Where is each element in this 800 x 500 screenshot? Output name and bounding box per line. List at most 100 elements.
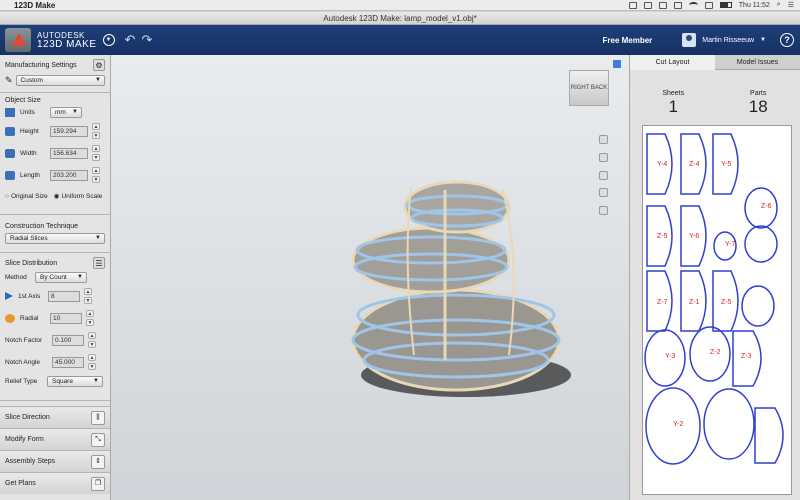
- battery-icon[interactable]: [719, 2, 732, 8]
- part-label: Z-7: [657, 299, 668, 306]
- manufacturing-dropdown[interactable]: Custom: [15, 75, 105, 86]
- part-label: Y-2: [673, 421, 683, 428]
- slice-direction-button[interactable]: Slice Direction ⫼: [0, 406, 110, 428]
- bottom-buttons: Slice Direction ⫼ Modify Form ⤡ Assembly…: [0, 406, 110, 494]
- lamp-model[interactable]: [111, 55, 629, 500]
- dropbox-icon[interactable]: [643, 1, 652, 9]
- app-logo-icon: [5, 28, 31, 52]
- settings-panel: Manufacturing Settings ⚙ ✎ Custom Object…: [0, 55, 111, 500]
- 3d-viewport[interactable]: RIGHT BACK: [111, 55, 629, 500]
- width-input[interactable]: 156.634: [50, 147, 88, 159]
- parts-value: 18: [748, 97, 768, 116]
- part-shape: [754, 407, 784, 464]
- part-label: Y-5: [721, 161, 731, 168]
- slice-distribution-section: Slice Distribution ☰ Method By Count 1st…: [0, 253, 110, 401]
- modify-form-button[interactable]: Modify Form ⤡: [0, 428, 110, 450]
- clock[interactable]: Thu 11:52: [739, 2, 770, 9]
- app-header: AUTODESK 123D MAKE ▼ ↶ ↷ Free Member Mar…: [0, 25, 800, 55]
- axis1-input[interactable]: 8: [48, 290, 80, 302]
- units-label: Units: [20, 108, 35, 116]
- height-label: Height: [20, 127, 39, 135]
- notch-factor-input[interactable]: 0.100: [52, 334, 84, 346]
- display-icon[interactable]: [628, 1, 637, 9]
- list-icon[interactable]: ☰: [93, 257, 105, 269]
- part-label: Z-3: [741, 353, 752, 360]
- radial-icon: [5, 313, 15, 323]
- parts-stat: Parts 18: [749, 90, 768, 117]
- original-size-radio[interactable]: ○: [5, 193, 9, 200]
- tab-model-issues[interactable]: Model Issues: [715, 55, 800, 70]
- status-area: Thu 11:52 ⌕ ☰: [628, 1, 794, 9]
- get-plans-label: Get Plans: [5, 480, 36, 487]
- radial-stepper[interactable]: ▲ ▼: [86, 310, 94, 326]
- undo-icon[interactable]: ↶: [125, 32, 136, 48]
- cut-sheet[interactable]: Y-4 Z-4 Y-5 Z-5 Y-6 Z-6 Y-7 Z-7 Z-1 Z-5 Y-3 Z-2 Z-3 Y…: [642, 125, 792, 495]
- layout-stats: Sheets 1 Parts 18: [630, 90, 800, 117]
- app-menu[interactable]: 123D Make: [14, 1, 55, 10]
- wifi-icon[interactable]: [688, 2, 698, 8]
- manufacturing-title: Manufacturing Settings: [5, 61, 77, 69]
- sheets-label: Sheets: [662, 90, 685, 97]
- width-stepper[interactable]: ▲ ▼: [92, 145, 100, 161]
- part-label: Z-2: [710, 349, 721, 356]
- cut-layout-panel: Cut Layout Model Issues Sheets 1 Parts 1…: [629, 55, 800, 500]
- user-menu-chevron-icon[interactable]: ▼: [760, 37, 766, 43]
- part-label: Z-1: [689, 299, 700, 306]
- notch-angle-input[interactable]: 45.000: [52, 356, 84, 368]
- relief-dropdown[interactable]: Square: [47, 375, 103, 387]
- notch-angle-stepper[interactable]: ▲ ▼: [88, 354, 96, 370]
- units-dropdown[interactable]: mm: [50, 106, 82, 118]
- tab-cut-layout[interactable]: Cut Layout: [630, 55, 715, 70]
- part-label: Z-4: [689, 161, 700, 168]
- units-icon: [5, 107, 15, 117]
- axis1-stepper[interactable]: ▲ ▼: [84, 288, 92, 304]
- axis-icon: [5, 292, 13, 300]
- part-label: Z-5: [721, 299, 732, 306]
- bluetooth-icon[interactable]: [673, 1, 682, 9]
- redo-icon[interactable]: ↷: [141, 32, 152, 48]
- width-icon: [5, 148, 15, 158]
- brand: AUTODESK 123D MAKE: [37, 31, 97, 50]
- length-label: Length: [20, 171, 40, 179]
- radial-input[interactable]: 10: [50, 312, 82, 324]
- gear-icon[interactable]: ⚙: [93, 59, 105, 71]
- part-label: Z-6: [761, 203, 772, 210]
- app-menu-button[interactable]: ▼: [102, 34, 115, 46]
- part-label: Y-3: [665, 353, 675, 360]
- help-button[interactable]: ?: [780, 33, 794, 47]
- mac-menubar: 123D Make Thu 11:52 ⌕ ☰: [0, 0, 800, 11]
- panel-tabs: Cut Layout Model Issues: [630, 55, 800, 70]
- length-input[interactable]: 203.200: [50, 169, 88, 181]
- notch-factor-label: Notch Factor: [5, 336, 43, 344]
- volume-icon[interactable]: [704, 1, 713, 9]
- spotlight-icon[interactable]: ⌕: [777, 1, 781, 9]
- notch-angle-label: Notch Angle: [5, 358, 41, 366]
- avatar[interactable]: [682, 33, 697, 47]
- method-dropdown[interactable]: By Count: [35, 271, 87, 283]
- assembly-steps-label: Assembly Steps: [5, 458, 56, 465]
- part-label: Y-6: [689, 233, 699, 240]
- axis1-label: 1st Axis: [18, 292, 41, 300]
- length-stepper[interactable]: ▲ ▼: [92, 167, 100, 183]
- time-machine-icon[interactable]: [658, 1, 667, 9]
- height-stepper[interactable]: ▲ ▼: [92, 123, 100, 139]
- sheet-parts: Y-4 Z-4 Y-5 Z-5 Y-6 Z-6 Y-7 Z-7 Z-1 Z-5 Y-3 Z-2 Z-3 Y…: [644, 133, 784, 465]
- sheets-value: 1: [668, 97, 678, 116]
- slice-bottom: [351, 288, 561, 392]
- width-label: Width: [20, 149, 37, 157]
- parts-label: Parts: [750, 90, 767, 97]
- notch-factor-stepper[interactable]: ▲ ▼: [88, 332, 96, 348]
- radial-label: Radial: [20, 314, 39, 322]
- modify-form-icon: ⤡: [91, 432, 105, 447]
- uniform-scale-radio[interactable]: ◉: [54, 192, 60, 200]
- object-size-title: Object Size: [5, 97, 41, 104]
- part-shape: [703, 388, 755, 460]
- construction-dropdown[interactable]: Radial Slices: [5, 233, 105, 244]
- username[interactable]: Martin Risseeuw: [702, 37, 754, 44]
- height-input[interactable]: 159.294: [50, 125, 88, 137]
- notification-icon[interactable]: ☰: [788, 1, 794, 9]
- assembly-steps-button[interactable]: Assembly Steps ⇕: [0, 450, 110, 472]
- method-label: Method: [5, 273, 27, 281]
- get-plans-button[interactable]: Get Plans ❐: [0, 472, 110, 494]
- pencil-icon[interactable]: ✎: [5, 75, 13, 86]
